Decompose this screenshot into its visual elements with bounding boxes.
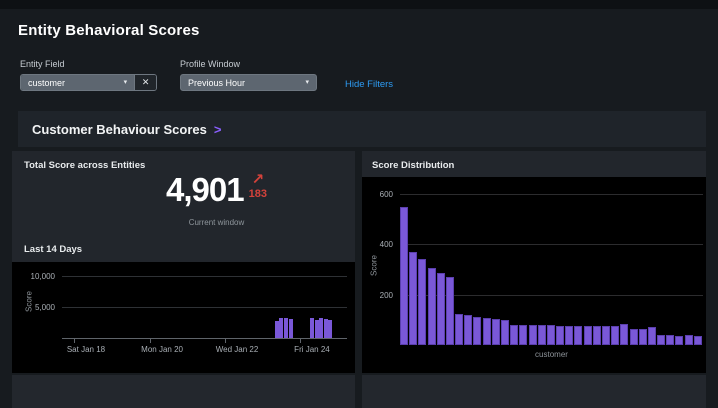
bar[interactable] — [574, 325, 583, 345]
bar[interactable] — [473, 316, 482, 345]
trend-delta-value: 183 — [248, 188, 267, 200]
bar[interactable] — [638, 329, 647, 345]
chevron-down-icon: ▾ — [305, 79, 309, 86]
bar[interactable] — [510, 324, 519, 345]
bar[interactable] — [675, 335, 684, 345]
spark-bar[interactable] — [284, 318, 288, 338]
top-strip — [0, 0, 718, 9]
sparkline-title: Last 14 Days — [24, 244, 83, 255]
bar[interactable] — [693, 335, 702, 345]
bar[interactable] — [491, 318, 500, 345]
bar[interactable] — [565, 325, 574, 345]
bar[interactable] — [455, 313, 464, 345]
gridline — [400, 244, 703, 246]
score-distribution-panel: Score Distribution 200 400 600 customer Scor… — [362, 151, 706, 373]
bar[interactable] — [427, 268, 436, 345]
x-tick-mark — [225, 339, 227, 343]
total-score-panel: Total Score across Entities 4,901 ↗ 183 … — [12, 151, 355, 373]
bar[interactable] — [546, 325, 555, 345]
trend-indicator: ↗ 183 — [249, 172, 267, 200]
x-tick-label: Mon Jan 20 — [141, 345, 183, 354]
close-icon: ✕ — [141, 77, 150, 87]
bar[interactable] — [629, 329, 638, 345]
bar[interactable] — [666, 334, 675, 345]
bar[interactable] — [647, 327, 656, 345]
spark-bar[interactable] — [274, 321, 279, 338]
y-axis-label: Score — [24, 291, 34, 312]
bar[interactable] — [464, 314, 473, 345]
x-tick-mark — [299, 339, 301, 343]
bar[interactable] — [409, 251, 418, 345]
x-axis-label: customer — [535, 350, 568, 359]
bar[interactable] — [445, 277, 454, 345]
score-distribution-title: Score Distribution — [372, 160, 455, 171]
y-tick-label: 600 — [379, 190, 393, 200]
entity-field-dropdown[interactable]: customer ▾ — [21, 75, 135, 90]
current-window-caption: Current window — [188, 218, 245, 227]
y-axis-label: Score — [369, 254, 379, 276]
next-row-panel-left — [12, 375, 355, 408]
spark-bar[interactable] — [327, 320, 332, 338]
y-tick-label: 10,000 — [30, 271, 55, 281]
hide-filters-link[interactable]: Hide Filters — [345, 79, 393, 90]
x-tick-label: Sat Jan 18 — [66, 345, 106, 354]
gridline — [62, 275, 347, 277]
bar[interactable] — [482, 317, 491, 345]
gridline — [400, 194, 703, 196]
page-title: Entity Behavioral Scores — [18, 22, 200, 39]
entity-field-label: Entity Field — [20, 59, 65, 69]
bar[interactable] — [436, 273, 445, 345]
bar[interactable] — [657, 334, 666, 345]
section-title: Customer Behaviour Scores — [32, 121, 207, 137]
single-value-group: 4,901 ↗ 183 — [45, 171, 388, 208]
entity-field-control: customer ▾ ✕ — [20, 74, 157, 91]
bar[interactable] — [583, 326, 592, 345]
x-tick-mark — [73, 339, 75, 343]
next-row-panel-right — [362, 375, 706, 408]
bar[interactable] — [400, 206, 408, 345]
clear-filter-button[interactable]: ✕ — [134, 75, 156, 90]
bar[interactable] — [519, 324, 528, 345]
sparkline-chart: 5,000 10,000 Sat Jan 18 Mon Jan 20 Wed Jan 2… — [12, 262, 355, 373]
bar[interactable] — [528, 325, 537, 345]
bar[interactable] — [611, 326, 620, 345]
chevron-down-icon: ▾ — [123, 79, 128, 86]
section-header-customer-behaviour-scores[interactable]: Customer Behaviour Scores > — [18, 111, 706, 147]
x-tick-label: Fri Jan 24 — [294, 345, 330, 354]
bar[interactable] — [592, 326, 601, 345]
trend-up-arrow-icon: ↗ — [251, 171, 265, 188]
dashboard: Entity Behavioral Scores Entity Field cu… — [0, 0, 718, 408]
spark-bar[interactable] — [288, 319, 293, 338]
x-axis-line — [62, 338, 347, 339]
bar[interactable] — [537, 325, 546, 345]
distribution-chart: 200 400 600 customer Score — [362, 177, 706, 373]
x-tick-mark — [150, 339, 152, 343]
gridline — [62, 306, 347, 308]
profile-window-label: Profile Window — [180, 59, 241, 69]
bar[interactable] — [556, 325, 565, 345]
entity-field-value: customer — [28, 77, 66, 88]
spark-bar[interactable] — [309, 318, 314, 338]
profile-window-value: Previous Hour — [188, 77, 246, 88]
x-tick-label: Wed Jan 22 — [215, 345, 259, 354]
profile-window-dropdown[interactable]: Previous Hour ▾ — [180, 74, 317, 91]
bar[interactable] — [501, 320, 509, 345]
y-tick-label: 5,000 — [34, 302, 55, 312]
spark-bar[interactable] — [314, 320, 319, 338]
bar[interactable] — [684, 334, 693, 345]
bar[interactable] — [620, 323, 629, 345]
bar[interactable] — [602, 326, 610, 345]
spark-bar[interactable] — [279, 318, 284, 338]
chevron-right-icon: > — [213, 121, 222, 137]
spark-bar[interactable] — [319, 318, 324, 338]
bar[interactable] — [418, 259, 427, 345]
total-score-value: 4,901 — [166, 171, 245, 208]
total-score-panel-title: Total Score across Entities — [24, 160, 146, 171]
